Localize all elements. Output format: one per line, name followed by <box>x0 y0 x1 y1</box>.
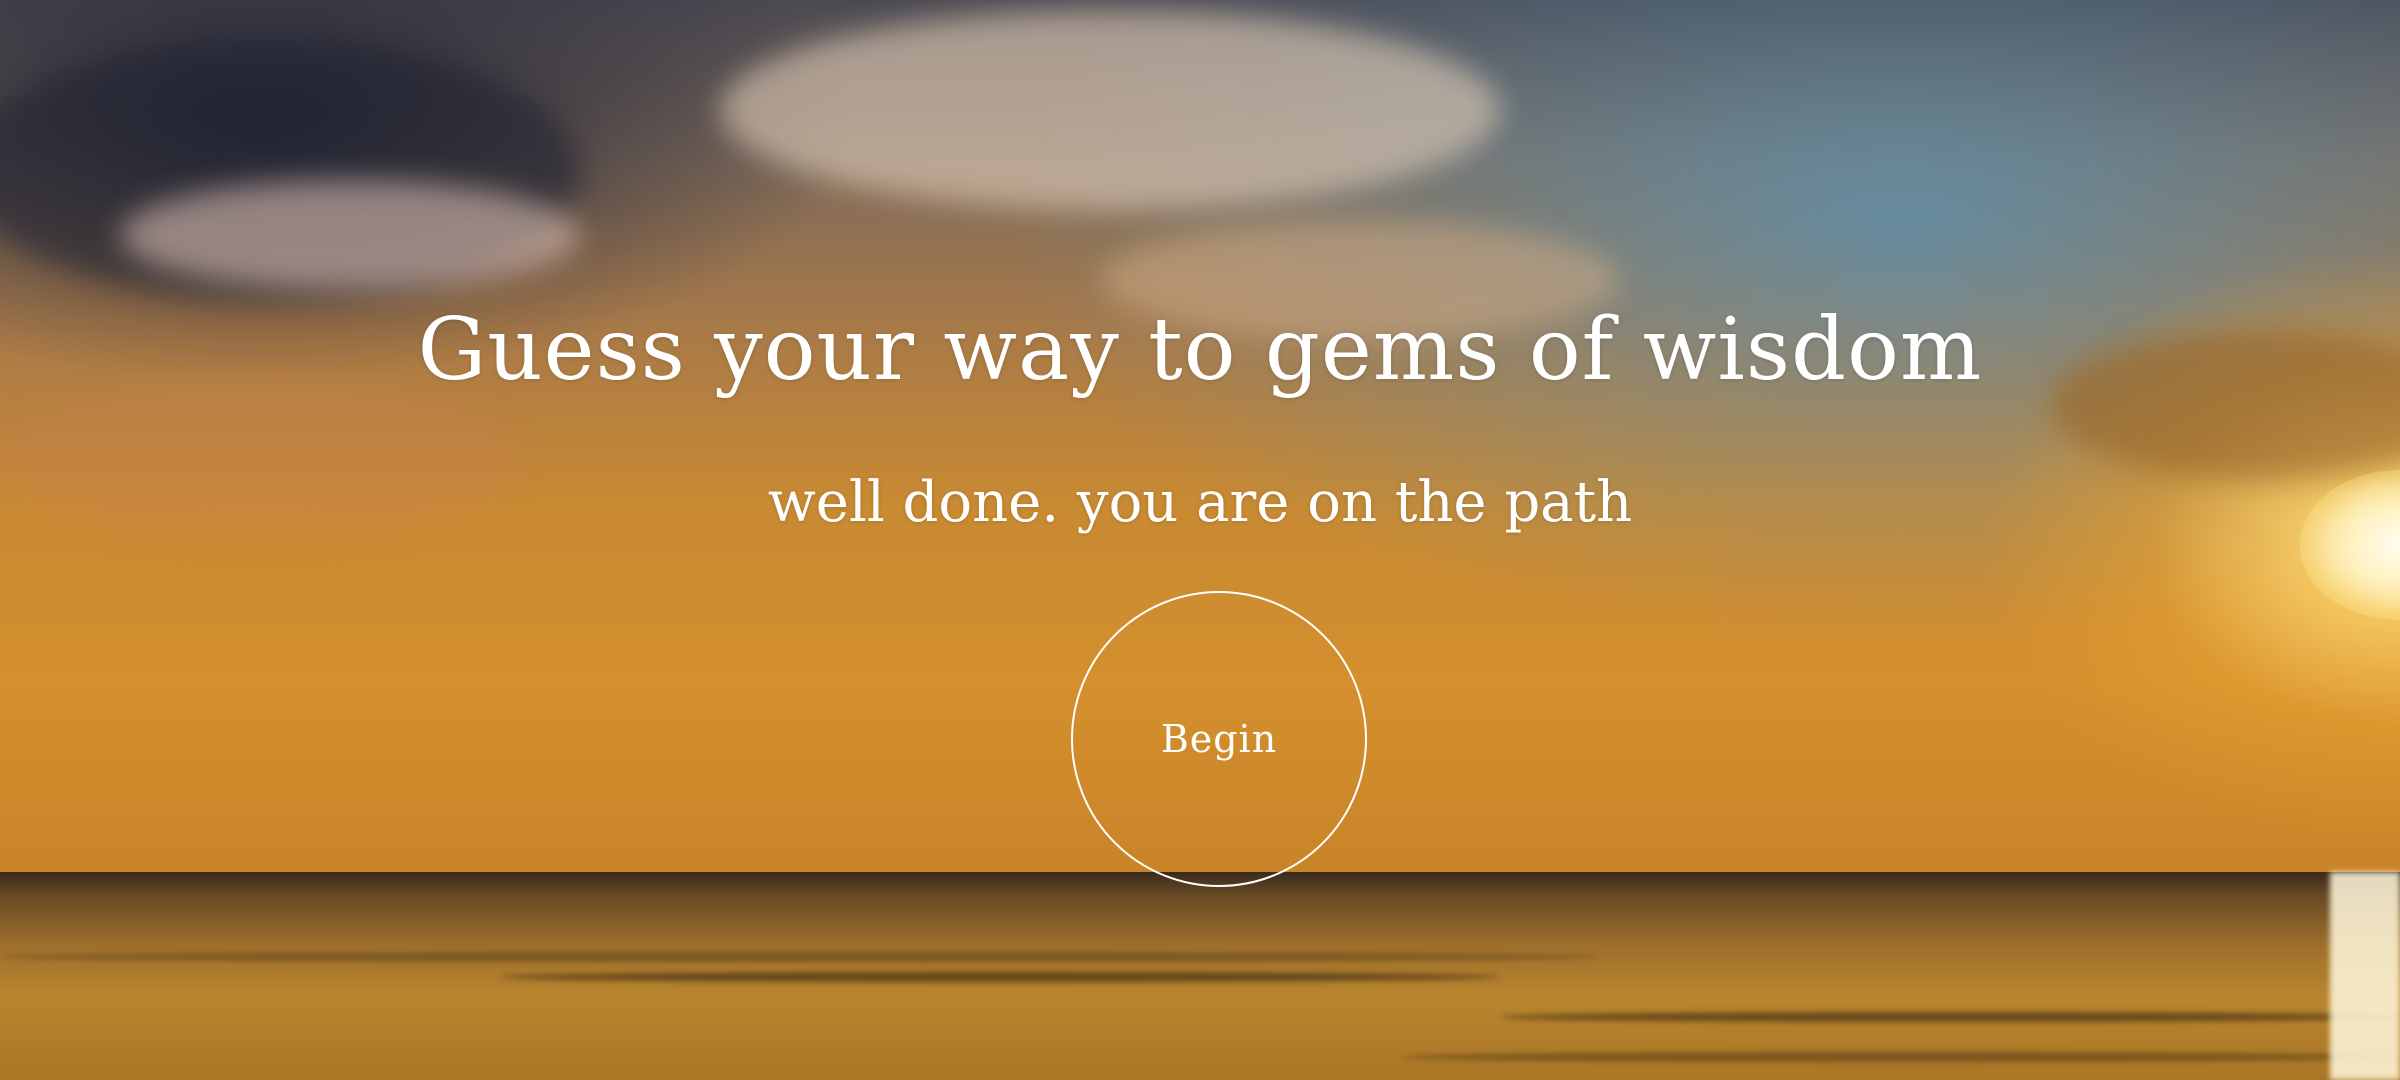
sun-reflection <box>2330 872 2400 1080</box>
landing-page: Guess your way to gems of wisdom well do… <box>0 0 2400 1080</box>
lit-cloud <box>720 10 1500 210</box>
begin-button[interactable]: Begin <box>1071 591 1367 887</box>
page-title: Guess your way to gems of wisdom <box>417 300 1983 400</box>
sea <box>0 872 2400 1080</box>
progress-message: well done. you are on the path <box>767 470 1633 535</box>
wave <box>0 952 1600 962</box>
wave <box>1400 1052 2400 1062</box>
wave <box>500 972 1500 982</box>
lit-cloud <box>120 180 580 290</box>
wave <box>1500 1012 2400 1022</box>
